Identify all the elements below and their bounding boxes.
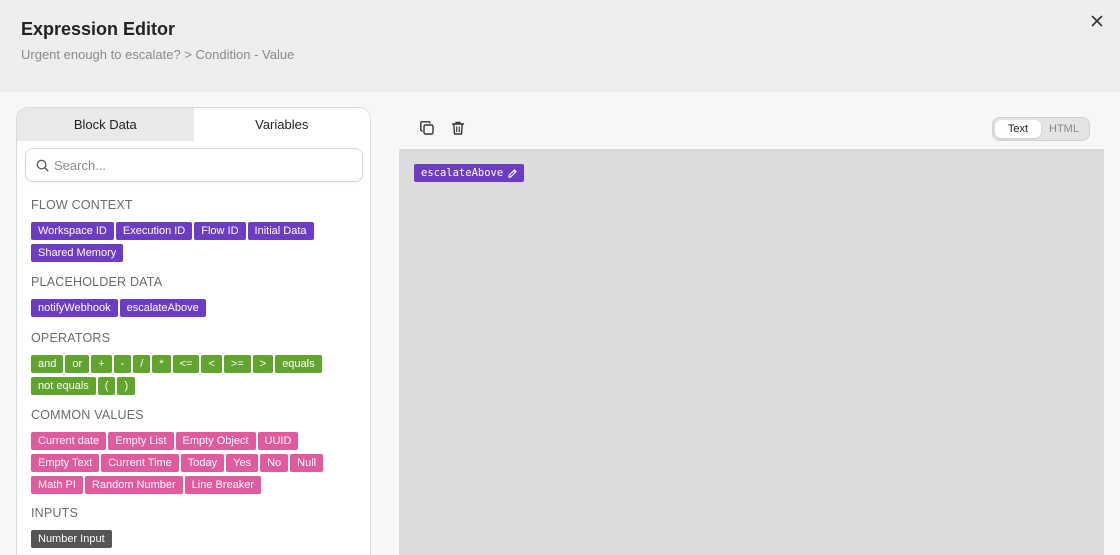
chip-operator-minus[interactable]: - — [113, 355, 132, 373]
toggle-text[interactable]: Text — [995, 120, 1041, 138]
section-title-placeholder-data: PLACEHOLDER DATA — [31, 275, 163, 289]
pencil-icon[interactable] — [507, 168, 518, 179]
search-box — [25, 148, 363, 182]
chip-operator-lte[interactable]: <= — [172, 355, 200, 373]
copy-icon[interactable] — [419, 120, 437, 138]
chip-today[interactable]: Today — [180, 454, 225, 472]
trash-icon[interactable] — [450, 120, 468, 138]
breadcrumb: Urgent enough to escalate? > Condition -… — [21, 47, 295, 62]
page-title: Expression Editor — [21, 19, 176, 39]
chip-current-date[interactable]: Current date — [31, 432, 107, 450]
token-label: escalateAbove — [421, 167, 504, 179]
chip-random-number[interactable]: Random Number — [84, 476, 183, 494]
chip-operator-not-equals[interactable]: not equals — [31, 377, 96, 395]
chip-operator-gte[interactable]: >= — [223, 355, 251, 373]
operator-chips: and or + - / * <= < >= > equals not equals() — [31, 354, 361, 398]
chip-empty-object[interactable]: Empty Object — [175, 432, 256, 450]
placeholder-data-chips: notifyWebhook escalateAbove — [31, 298, 361, 320]
format-toggle: Text HTML — [992, 117, 1090, 141]
chip-workspace-id[interactable]: Workspace ID — [31, 222, 114, 240]
chip-empty-text[interactable]: Empty Text — [31, 454, 100, 472]
flow-context-chips: Workspace ID Execution ID Flow ID Initial D… — [31, 221, 361, 265]
close-icon[interactable] — [1088, 12, 1106, 30]
panel-tabs: Block Data Variables — [17, 108, 370, 141]
chip-initial-data[interactable]: Initial Data — [247, 222, 314, 240]
input-chips: Number Input — [31, 529, 361, 551]
chip-line-breaker[interactable]: Line Breaker — [184, 476, 262, 494]
variables-panel: Block Data Variables FLOW CONTEXT Worksp… — [16, 107, 371, 555]
chip-operator-multiply[interactable]: * — [152, 355, 171, 373]
expression-area: Text HTML escalateAbove — [399, 107, 1104, 555]
toggle-html[interactable]: HTML — [1041, 120, 1087, 138]
chip-yes[interactable]: Yes — [226, 454, 259, 472]
chip-no[interactable]: No — [260, 454, 289, 472]
chip-empty-list[interactable]: Empty List — [108, 432, 174, 450]
expression-token[interactable]: escalateAbove — [414, 164, 525, 182]
section-title-operators: OPERATORS — [31, 331, 111, 345]
chip-shared-memory[interactable]: Shared Memory — [31, 244, 124, 262]
chip-null[interactable]: Null — [290, 454, 324, 472]
chip-operator-divide[interactable]: / — [133, 355, 151, 373]
chip-operator-gt[interactable]: > — [252, 355, 274, 373]
expression-editor[interactable]: escalateAbove — [399, 149, 1104, 555]
chip-flow-id[interactable]: Flow ID — [194, 222, 246, 240]
chip-operator-open-paren[interactable]: ( — [97, 377, 116, 395]
chip-operator-close-paren[interactable]: ) — [117, 377, 136, 395]
chip-operator-and[interactable]: and — [31, 355, 64, 373]
chip-number-input[interactable]: Number Input — [31, 530, 112, 548]
section-title-flow-context: FLOW CONTEXT — [31, 198, 133, 212]
dialog-header: Expression Editor Urgent enough to escal… — [0, 0, 1120, 92]
common-value-chips: Current date Empty List Empty Object UUID Em… — [31, 431, 361, 497]
section-title-inputs: INPUTS — [31, 506, 79, 520]
chip-math-pi[interactable]: Math PI — [31, 476, 83, 494]
tab-block-data[interactable]: Block Data — [17, 108, 194, 141]
chip-notify-webhook[interactable]: notifyWebhook — [31, 299, 118, 317]
section-title-common-values: COMMON VALUES — [31, 408, 144, 422]
chip-operator-lt[interactable]: < — [201, 355, 222, 373]
chip-uuid[interactable]: UUID — [257, 432, 299, 450]
chip-operator-or[interactable]: or — [65, 355, 90, 373]
tab-variables[interactable]: Variables — [193, 108, 370, 141]
chip-operator-plus[interactable]: + — [91, 355, 112, 373]
chip-operator-equals[interactable]: equals — [275, 355, 322, 373]
search-icon — [36, 159, 49, 172]
chip-execution-id[interactable]: Execution ID — [115, 222, 193, 240]
chip-current-time[interactable]: Current Time — [101, 454, 179, 472]
search-input[interactable] — [54, 149, 354, 181]
chip-escalate-above[interactable]: escalateAbove — [119, 299, 206, 317]
